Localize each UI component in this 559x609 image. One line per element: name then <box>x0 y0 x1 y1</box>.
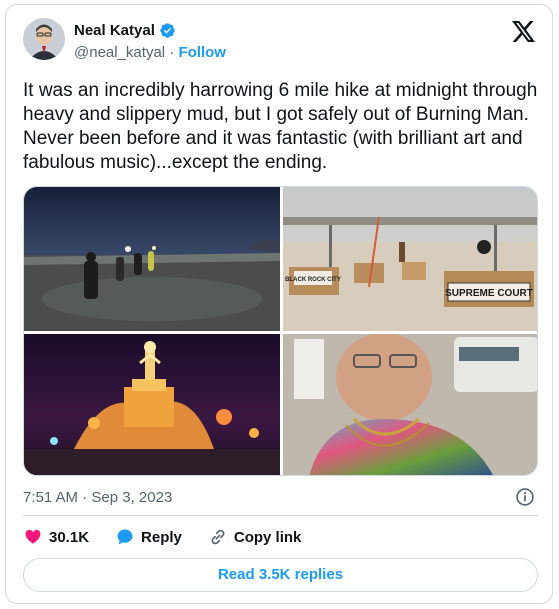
tweet-time: 7:51 AM <box>23 489 79 506</box>
handle-separator: · <box>169 44 175 61</box>
media-grid[interactable]: BLACK ROCK CITY SUPREME COURT <box>23 186 538 476</box>
info-icon[interactable] <box>515 487 535 507</box>
like-button[interactable]: 30.1K <box>23 527 89 547</box>
like-count: 30.1K <box>49 528 90 546</box>
copy-link-label: Copy link <box>233 528 302 546</box>
link-icon <box>211 529 225 545</box>
tweet-text: It was an incredibly harrowing 6 mile hi… <box>23 80 538 173</box>
author-handle[interactable]: @neal_katyal <box>74 44 165 61</box>
action-bar: 30.1K Reply Copy link <box>23 527 327 547</box>
tweet-card: Neal Katyal @neal_katyal · Follow It was… <box>5 4 553 604</box>
avatar[interactable] <box>23 18 65 60</box>
author-name[interactable]: Neal Katyal <box>74 22 155 39</box>
x-logo-icon[interactable] <box>512 21 535 42</box>
heart-icon <box>25 529 41 544</box>
supreme-court-sign: SUPREME COURT <box>445 288 533 299</box>
tweet-timestamp[interactable]: 7:51 AM · Sep 3, 2023 <box>23 489 172 506</box>
timestamp-separator: · <box>82 489 88 506</box>
author-handle-row: @neal_katyal · Follow <box>74 44 226 61</box>
tweet-date: Sep 3, 2023 <box>91 489 173 506</box>
reply-label: Reply <box>141 528 182 546</box>
black-rock-city-sign: BLACK ROCK CITY <box>285 277 341 283</box>
copy-link-button[interactable]: Copy link <box>208 527 302 547</box>
reply-icon <box>117 529 133 545</box>
reply-button[interactable]: Reply <box>115 527 182 547</box>
photo-selfie[interactable] <box>283 333 538 476</box>
read-replies-button[interactable]: Read 3.5K replies <box>23 558 538 592</box>
divider <box>23 515 538 516</box>
author-name-row: Neal Katyal <box>74 22 176 39</box>
photo-night-hike[interactable] <box>24 187 280 331</box>
follow-button[interactable]: Follow <box>178 44 226 61</box>
photo-supreme-court[interactable]: BLACK ROCK CITY SUPREME COURT <box>283 187 538 331</box>
verified-badge-icon <box>160 23 175 38</box>
photo-the-man[interactable] <box>24 334 280 476</box>
